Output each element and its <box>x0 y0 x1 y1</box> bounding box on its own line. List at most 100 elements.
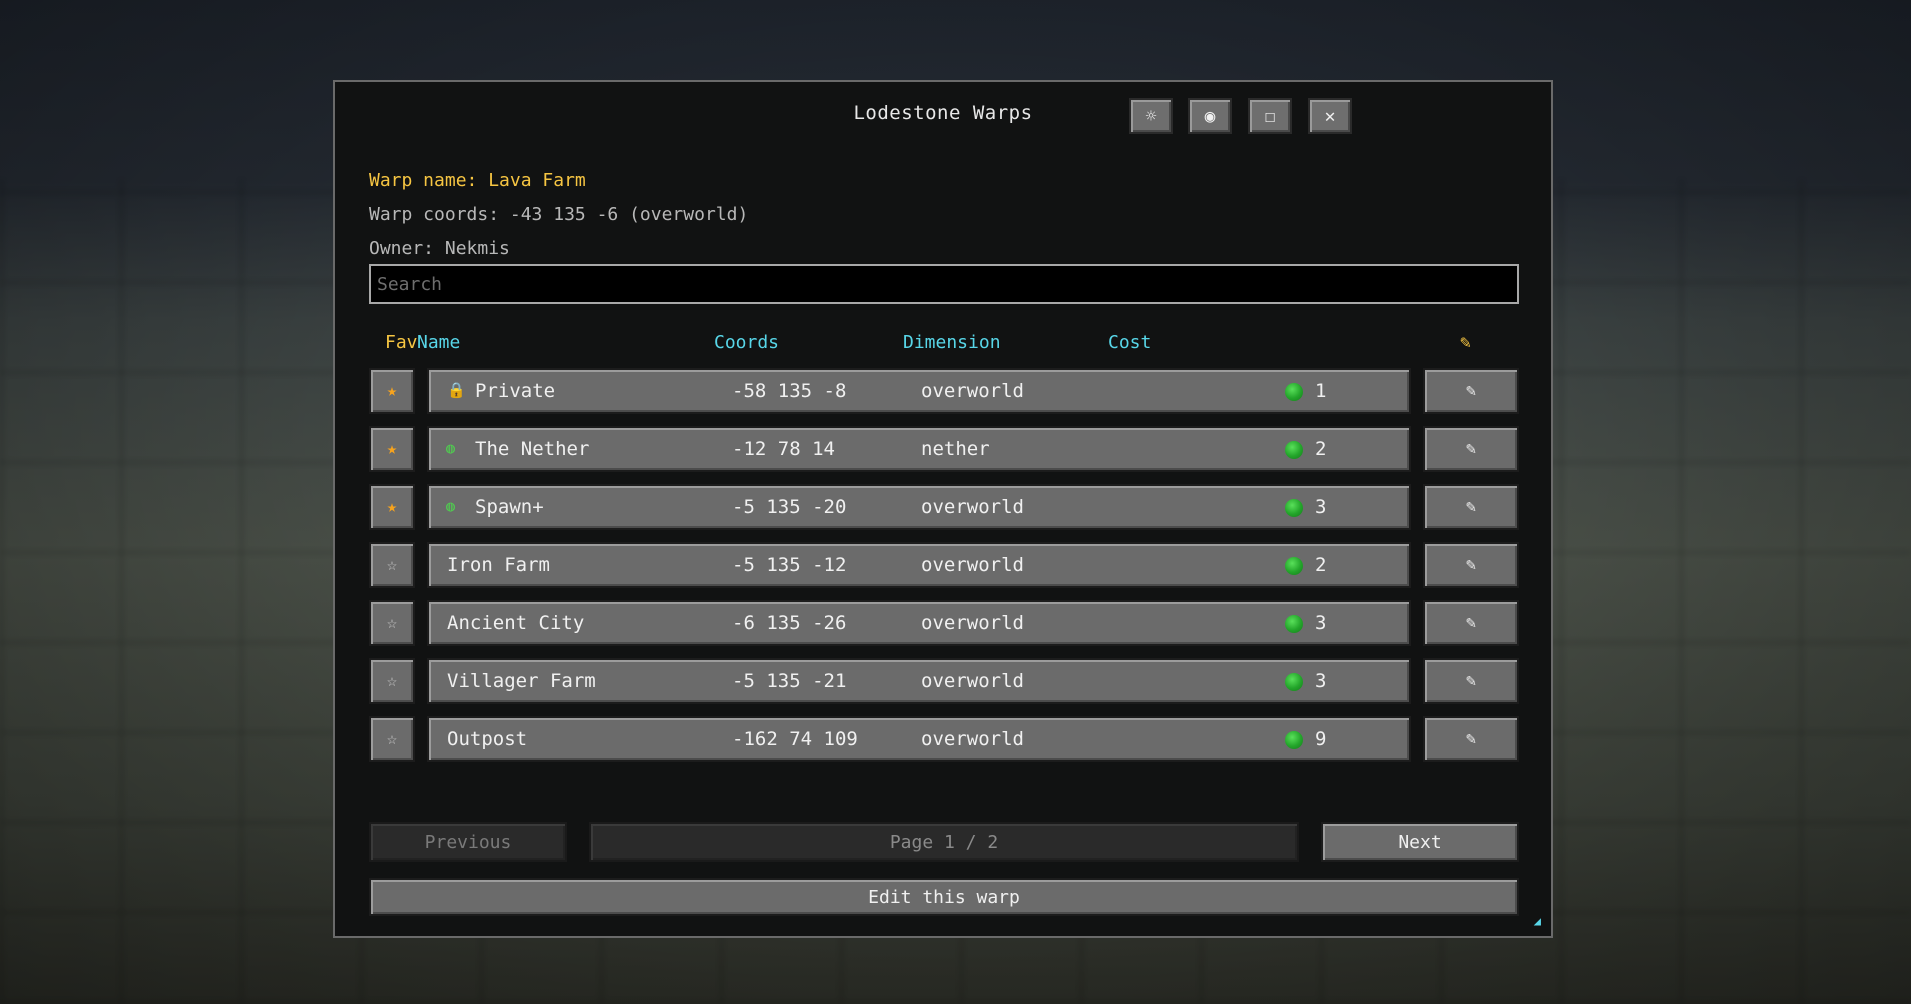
favorite-toggle-button[interactable]: ★ <box>369 368 415 414</box>
maximize-icon: ☐ <box>1264 105 1276 127</box>
previous-button[interactable]: Previous <box>369 822 567 862</box>
warp-cost: 9 <box>1315 728 1327 750</box>
warp-name: Outpost <box>447 728 528 750</box>
lodestone-warps-window: Lodestone Warps ☼ ◉ ☐ ✕ Warp name: Lava … <box>333 80 1553 938</box>
edit-warp-button[interactable]: ✎ <box>1423 484 1519 530</box>
column-header-dimension: Dimension <box>903 332 1001 353</box>
warp-cost: 2 <box>1315 554 1327 576</box>
star-outline-icon: ☆ <box>386 555 398 575</box>
warp-cost: 1 <box>1315 380 1327 402</box>
warp-button[interactable]: Outpost -162 74 109 overworld 9 <box>427 716 1411 762</box>
warp-button[interactable]: 🔒 Private -58 135 -8 overworld 1 <box>427 368 1411 414</box>
warp-dimension: overworld <box>921 554 1024 576</box>
cost-orb-icon <box>1285 383 1303 401</box>
star-outline-icon: ☆ <box>386 729 398 749</box>
warp-button[interactable]: Villager Farm -5 135 -21 overworld 3 <box>427 658 1411 704</box>
cost-orb-icon <box>1285 731 1303 749</box>
pencil-icon: ✎ <box>1465 613 1477 633</box>
globe-icon: ◍ <box>446 497 456 515</box>
warp-coords: -5 135 -12 <box>732 554 847 576</box>
cost-orb-icon <box>1285 615 1303 633</box>
column-header-coords: Coords <box>714 332 780 353</box>
pencil-icon: ✎ <box>1465 439 1477 459</box>
warp-dimension: overworld <box>921 728 1024 750</box>
column-header-cost: Cost <box>1108 332 1152 353</box>
settings-button[interactable]: ☼ <box>1129 98 1173 134</box>
warp-name: Iron Farm <box>447 554 550 576</box>
favorite-toggle-button[interactable]: ☆ <box>369 600 415 646</box>
star-outline-icon: ☆ <box>386 671 398 691</box>
column-header-name: Name <box>417 332 461 353</box>
favorite-toggle-button[interactable]: ☆ <box>369 658 415 704</box>
maximize-button[interactable]: ☐ <box>1248 98 1292 134</box>
warp-dimension: overworld <box>921 380 1024 402</box>
record-icon: ◉ <box>1204 105 1216 127</box>
column-header-fav: Fav <box>385 332 418 353</box>
warp-row: ★ ◍ Spawn+ -5 135 -20 overworld 3 ✎ <box>369 484 1519 530</box>
edit-warp-button[interactable]: ✎ <box>1423 542 1519 588</box>
pencil-icon: ✎ <box>1465 381 1477 401</box>
warp-row: ☆ Outpost -162 74 109 overworld 9 ✎ <box>369 716 1519 762</box>
edit-this-warp-button[interactable]: Edit this warp <box>369 878 1519 916</box>
search-input[interactable] <box>369 264 1519 304</box>
column-header-edit-icon: ✎ <box>1460 332 1471 353</box>
favorite-toggle-button[interactable]: ☆ <box>369 542 415 588</box>
warp-coords: -162 74 109 <box>732 728 858 750</box>
edit-warp-button[interactable]: ✎ <box>1423 426 1519 472</box>
window-title: Lodestone Warps <box>853 102 1033 124</box>
warp-coords-label: Warp coords: -43 135 -6 (overworld) <box>369 204 749 225</box>
warp-name: Private <box>475 380 556 402</box>
warp-name: Ancient City <box>447 612 585 634</box>
star-filled-icon: ★ <box>386 497 398 517</box>
star-filled-icon: ★ <box>386 381 398 401</box>
warp-cost: 3 <box>1315 612 1327 634</box>
cost-orb-icon <box>1285 557 1303 575</box>
favorite-toggle-button[interactable]: ★ <box>369 484 415 530</box>
favorite-toggle-button[interactable]: ☆ <box>369 716 415 762</box>
warp-coords: -12 78 14 <box>732 438 835 460</box>
warp-row: ★ ◍ The Nether -12 78 14 nether 2 ✎ <box>369 426 1519 472</box>
pencil-icon: ✎ <box>1465 555 1477 575</box>
warp-coords: -58 135 -8 <box>732 380 847 402</box>
next-button[interactable]: Next <box>1321 822 1519 862</box>
edit-warp-button[interactable]: ✎ <box>1423 658 1519 704</box>
cost-orb-icon <box>1285 441 1303 459</box>
close-icon: ✕ <box>1324 105 1336 127</box>
warp-name: Spawn+ <box>475 496 544 518</box>
warp-dimension: overworld <box>921 496 1024 518</box>
warp-cost: 2 <box>1315 438 1327 460</box>
warp-coords: -6 135 -26 <box>732 612 847 634</box>
warp-name: The Nether <box>475 438 590 460</box>
warp-button[interactable]: ◍ Spawn+ -5 135 -20 overworld 3 <box>427 484 1411 530</box>
pencil-icon: ✎ <box>1465 729 1477 749</box>
edit-warp-button[interactable]: ✎ <box>1423 716 1519 762</box>
pencil-icon: ✎ <box>1465 497 1477 517</box>
owner-label: Owner: Nekmis <box>369 238 510 259</box>
resize-handle-icon[interactable]: ◢ <box>1534 914 1541 928</box>
close-button[interactable]: ✕ <box>1308 98 1352 134</box>
warp-dimension: overworld <box>921 670 1024 692</box>
cost-orb-icon <box>1285 673 1303 691</box>
lock-icon: 🔒 <box>447 381 466 399</box>
star-outline-icon: ☆ <box>386 613 398 633</box>
warp-row: ★ 🔒 Private -58 135 -8 overworld 1 ✎ <box>369 368 1519 414</box>
cost-orb-icon <box>1285 499 1303 517</box>
page-indicator: Page 1 / 2 <box>589 822 1299 862</box>
favorite-toggle-button[interactable]: ★ <box>369 426 415 472</box>
warp-coords: -5 135 -20 <box>732 496 847 518</box>
warp-button[interactable]: Ancient City -6 135 -26 overworld 3 <box>427 600 1411 646</box>
warp-button[interactable]: Iron Farm -5 135 -12 overworld 2 <box>427 542 1411 588</box>
edit-warp-button[interactable]: ✎ <box>1423 368 1519 414</box>
star-filled-icon: ★ <box>386 439 398 459</box>
warp-button[interactable]: ◍ The Nether -12 78 14 nether 2 <box>427 426 1411 472</box>
warp-dimension: overworld <box>921 612 1024 634</box>
warp-name: Villager Farm <box>447 670 596 692</box>
warp-row: ☆ Iron Farm -5 135 -12 overworld 2 ✎ <box>369 542 1519 588</box>
warp-coords: -5 135 -21 <box>732 670 847 692</box>
edit-warp-button[interactable]: ✎ <box>1423 600 1519 646</box>
record-button[interactable]: ◉ <box>1188 98 1232 134</box>
settings-icon: ☼ <box>1145 105 1157 127</box>
globe-icon: ◍ <box>446 439 456 457</box>
warp-row: ☆ Villager Farm -5 135 -21 overworld 3 ✎ <box>369 658 1519 704</box>
warp-name-label: Warp name: Lava Farm <box>369 170 586 191</box>
